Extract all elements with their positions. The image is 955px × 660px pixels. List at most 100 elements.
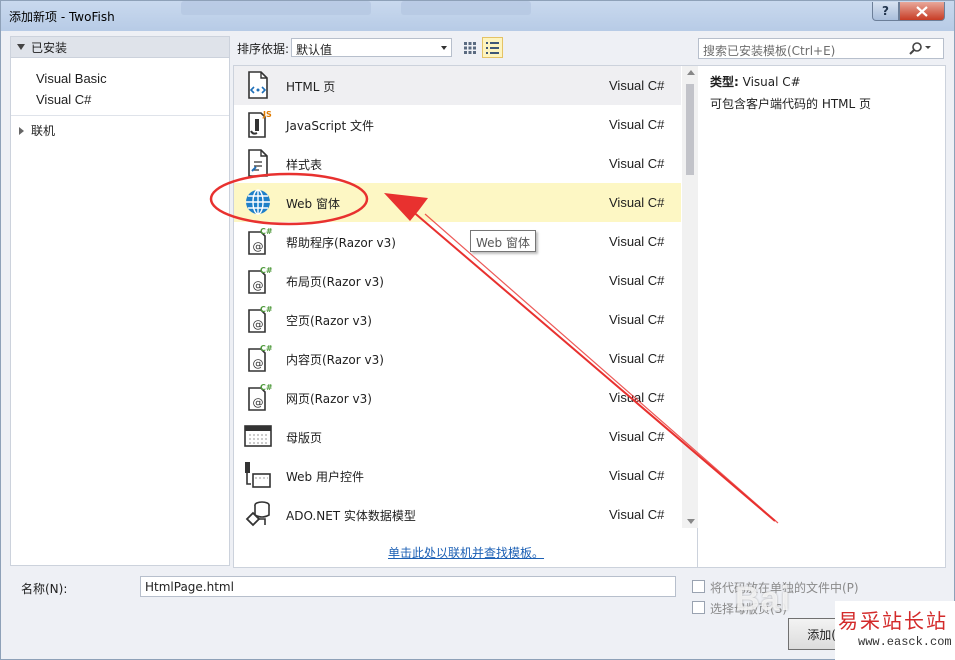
chevron-down-icon	[441, 46, 447, 50]
collapse-arrow-icon	[19, 126, 24, 135]
grid-view-button[interactable]	[459, 37, 480, 58]
installed-header[interactable]: 已安装	[11, 37, 229, 58]
template-name: HTML 页	[286, 80, 336, 94]
template-language: Visual C#	[609, 468, 665, 483]
svg-text:@: @	[253, 240, 264, 253]
template-tooltip: Web 窗体	[470, 230, 536, 252]
language-list: Visual Basic Visual C#	[11, 58, 229, 116]
template-row[interactable]: JS JavaScript 文件 Visual C#	[234, 105, 681, 144]
list-view-button[interactable]	[482, 37, 503, 58]
category-visual-csharp[interactable]: Visual C#	[36, 92, 91, 107]
window-title: 添加新项 - TwoFish	[9, 10, 115, 24]
scroll-down-icon[interactable]	[687, 519, 695, 524]
template-language: Visual C#	[609, 312, 665, 327]
user-control-icon	[243, 460, 273, 490]
search-icon[interactable]	[909, 41, 931, 55]
template-name: 网页(Razor v3)	[286, 392, 372, 406]
name-field[interactable]: HtmlPage.html	[140, 576, 676, 597]
master-page-icon	[243, 421, 273, 451]
svg-text:@: @	[253, 357, 264, 370]
template-row[interactable]: HTML 页 Visual C#	[234, 66, 681, 105]
template-list-scrollbar[interactable]	[682, 66, 698, 528]
search-input[interactable]: 搜索已安装模板(Ctrl+E)	[698, 38, 944, 59]
template-name: ADO.NET 实体数据模型	[286, 509, 416, 523]
template-row[interactable]: @ C# 网页(Razor v3) Visual C#	[234, 378, 681, 417]
svg-text:C#: C#	[260, 383, 273, 392]
svg-text:@: @	[253, 396, 264, 409]
template-language: Visual C#	[609, 156, 665, 171]
template-name: 帮助程序(Razor v3)	[286, 236, 396, 250]
grid-view-icon	[463, 41, 476, 54]
background-window-tab	[401, 1, 531, 15]
list-view-icon	[486, 41, 499, 54]
razor-page-icon: @ C#	[243, 304, 273, 334]
sort-label: 排序依据:	[237, 42, 290, 56]
add-new-item-dialog: 添加新项 - TwoFish ? 已安装 Visual Basic Visual…	[0, 0, 955, 660]
sort-dropdown[interactable]: 默认值	[291, 38, 452, 57]
search-placeholder: 搜索已安装模板(Ctrl+E)	[703, 44, 836, 58]
template-row[interactable]: @ C# 布局页(Razor v3) Visual C#	[234, 261, 681, 300]
template-row[interactable]: @ C# 空页(Razor v3) Visual C#	[234, 300, 681, 339]
template-name: Web 窗体	[286, 197, 340, 211]
expand-arrow-icon	[17, 44, 25, 50]
separate-file-checkbox[interactable]	[692, 580, 705, 593]
template-row[interactable]: 母版页 Visual C#	[234, 417, 681, 456]
category-panel: 已安装 Visual Basic Visual C# 联机	[10, 36, 230, 566]
template-name: 内容页(Razor v3)	[286, 353, 384, 367]
scroll-thumb[interactable]	[686, 84, 694, 175]
svg-text:@: @	[253, 318, 264, 331]
template-list: HTML 页 Visual C# JS JavaScript 文件 Visual C# 样…	[234, 66, 681, 534]
type-value: Visual C#	[742, 75, 801, 89]
svg-text:JS: JS	[262, 110, 272, 119]
details-panel: 类型: Visual C# 可包含客户端代码的 HTML 页	[698, 65, 946, 568]
help-button[interactable]: ?	[872, 2, 899, 21]
entity-model-icon	[243, 499, 273, 529]
template-language: Visual C#	[609, 195, 665, 210]
master-page-checkbox[interactable]	[692, 601, 705, 614]
find-templates-online-link[interactable]: 单击此处以联机并查找模板。	[388, 544, 544, 561]
online-category[interactable]: 联机	[11, 116, 229, 139]
template-language: Visual C#	[609, 390, 665, 405]
site-watermark-url: www.easck.com	[858, 635, 952, 649]
close-button[interactable]	[899, 2, 945, 21]
installed-label: 已安装	[31, 40, 68, 55]
html-page-icon	[243, 70, 273, 100]
template-row[interactable]: 样式表 Visual C#	[234, 144, 681, 183]
stylesheet-icon	[243, 148, 273, 178]
template-list-panel: HTML 页 Visual C# JS JavaScript 文件 Visual C# 样…	[233, 65, 698, 568]
template-row[interactable]: Web 窗体 Visual C#	[234, 183, 681, 222]
background-window-tab	[181, 1, 371, 15]
type-label: 类型:	[710, 75, 739, 89]
name-label: 名称(N):	[21, 582, 68, 596]
razor-page-icon: @ C#	[243, 265, 273, 295]
svg-text:C#: C#	[260, 227, 273, 236]
template-row[interactable]: @ C# 内容页(Razor v3) Visual C#	[234, 339, 681, 378]
template-description: 可包含客户端代码的 HTML 页	[710, 97, 872, 111]
razor-page-icon: @ C#	[243, 343, 273, 373]
template-language: Visual C#	[609, 273, 665, 288]
globe-icon	[243, 187, 273, 217]
template-name: 空页(Razor v3)	[286, 314, 372, 328]
svg-text:C#: C#	[260, 344, 273, 353]
template-name: JavaScript 文件	[286, 119, 374, 133]
svg-text:C#: C#	[260, 266, 273, 275]
template-name: 样式表	[286, 158, 323, 172]
scroll-up-icon[interactable]	[687, 70, 695, 75]
template-language: Visual C#	[609, 507, 665, 522]
online-label: 联机	[31, 124, 56, 138]
svg-text:C#: C#	[260, 305, 273, 314]
template-row[interactable]: Web 用户控件 Visual C#	[234, 456, 681, 495]
template-language: Visual C#	[609, 429, 665, 444]
category-visual-basic[interactable]: Visual Basic	[36, 68, 229, 89]
template-row[interactable]: ADO.NET 实体数据模型 Visual C#	[234, 495, 681, 534]
title-bar: 添加新项 - TwoFish ?	[1, 1, 954, 31]
razor-page-icon: @ C#	[243, 226, 273, 256]
razor-page-icon: @ C#	[243, 382, 273, 412]
template-language: Visual C#	[609, 351, 665, 366]
site-watermark-name: 易采站长站	[838, 609, 948, 633]
template-name: Web 用户控件	[286, 470, 364, 484]
baidu-watermark: Bai	[735, 580, 791, 618]
javascript-file-icon: JS	[243, 109, 273, 139]
close-icon	[916, 5, 928, 17]
template-row[interactable]: @ C# 帮助程序(Razor v3) Visual C#	[234, 222, 681, 261]
